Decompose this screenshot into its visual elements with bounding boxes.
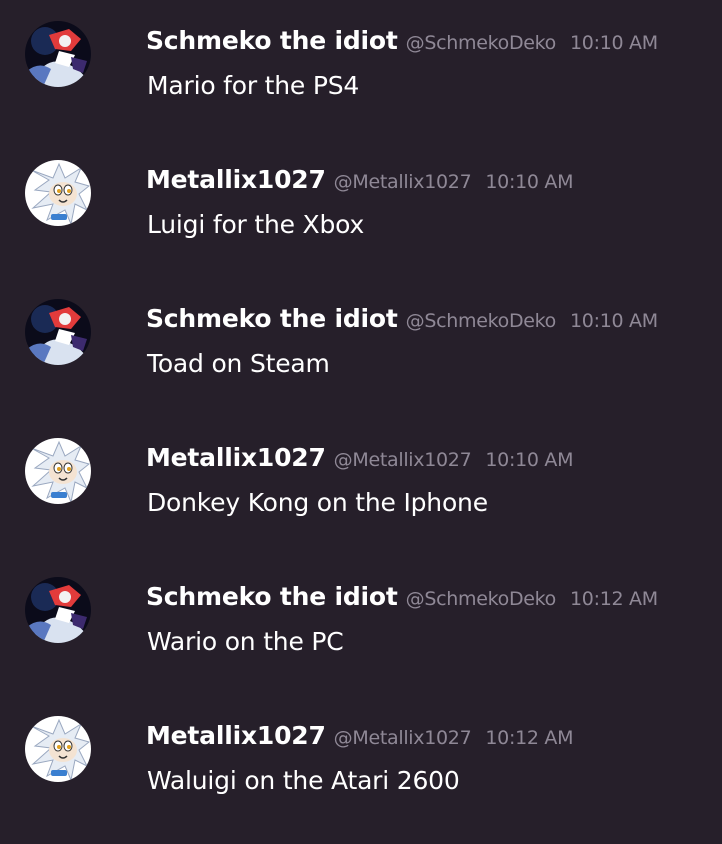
author-handle: @Metallix1027 <box>333 171 472 193</box>
author-handle: @SchmekoDeko <box>405 588 557 610</box>
message-text: Luigi for the Xbox <box>147 210 365 239</box>
message-header: Schmeko the idiot @SchmekoDeko 10:10 AM <box>146 26 658 55</box>
silver-hedgehog-avatar-icon[interactable] <box>25 716 91 782</box>
author-name[interactable]: Metallix1027 <box>146 165 326 194</box>
author-handle: @SchmekoDeko <box>405 32 557 54</box>
author-handle: @Metallix1027 <box>333 727 472 749</box>
message-item[interactable]: Metallix1027 @Metallix1027 10:10 AM Donk… <box>0 417 722 537</box>
author-name[interactable]: Metallix1027 <box>146 721 326 750</box>
message-item[interactable]: Metallix1027 @Metallix1027 10:12 AM Walu… <box>0 695 722 815</box>
message-header: Schmeko the idiot @SchmekoDeko 10:10 AM <box>146 304 658 333</box>
message-item[interactable]: Schmeko the idiot @SchmekoDeko 10:10 AM … <box>0 0 722 120</box>
author-handle: @Metallix1027 <box>333 449 472 471</box>
message-header: Metallix1027 @Metallix1027 10:12 AM <box>146 721 573 750</box>
author-name[interactable]: Metallix1027 <box>146 443 326 472</box>
message-text: Toad on Steam <box>147 349 330 378</box>
silver-hedgehog-avatar-icon[interactable] <box>25 438 91 504</box>
author-name[interactable]: Schmeko the idiot <box>146 582 398 611</box>
message-item[interactable]: Schmeko the idiot @SchmekoDeko 10:12 AM … <box>0 556 722 676</box>
message-text: Mario for the PS4 <box>147 71 360 100</box>
timestamp: 10:12 AM <box>570 588 658 610</box>
author-name[interactable]: Schmeko the idiot <box>146 304 398 333</box>
timestamp: 10:12 AM <box>485 727 574 749</box>
message-item[interactable]: Schmeko the idiot @SchmekoDeko 10:10 AM … <box>0 278 722 398</box>
timestamp: 10:10 AM <box>570 310 658 332</box>
timestamp: 10:10 AM <box>485 449 574 471</box>
message-header: Schmeko the idiot @SchmekoDeko 10:12 AM <box>146 582 658 611</box>
message-header: Metallix1027 @Metallix1027 10:10 AM <box>146 443 573 472</box>
timestamp: 10:10 AM <box>485 171 574 193</box>
dark-knight-avatar-icon[interactable] <box>25 299 91 365</box>
author-name[interactable]: Schmeko the idiot <box>146 26 398 55</box>
message-item[interactable]: Metallix1027 @Metallix1027 10:10 AM Luig… <box>0 139 722 259</box>
author-handle: @SchmekoDeko <box>405 310 557 332</box>
message-text: Waluigi on the Atari 2600 <box>147 766 460 795</box>
message-header: Metallix1027 @Metallix1027 10:10 AM <box>146 165 573 194</box>
message-list: Schmeko the idiot @SchmekoDeko 10:10 AM … <box>0 0 722 844</box>
silver-hedgehog-avatar-icon[interactable] <box>25 160 91 226</box>
dark-knight-avatar-icon[interactable] <box>25 577 91 643</box>
timestamp: 10:10 AM <box>570 32 658 54</box>
message-text: Donkey Kong on the Iphone <box>147 488 488 517</box>
dark-knight-avatar-icon[interactable] <box>25 21 91 87</box>
message-text: Wario on the PC <box>147 627 344 656</box>
